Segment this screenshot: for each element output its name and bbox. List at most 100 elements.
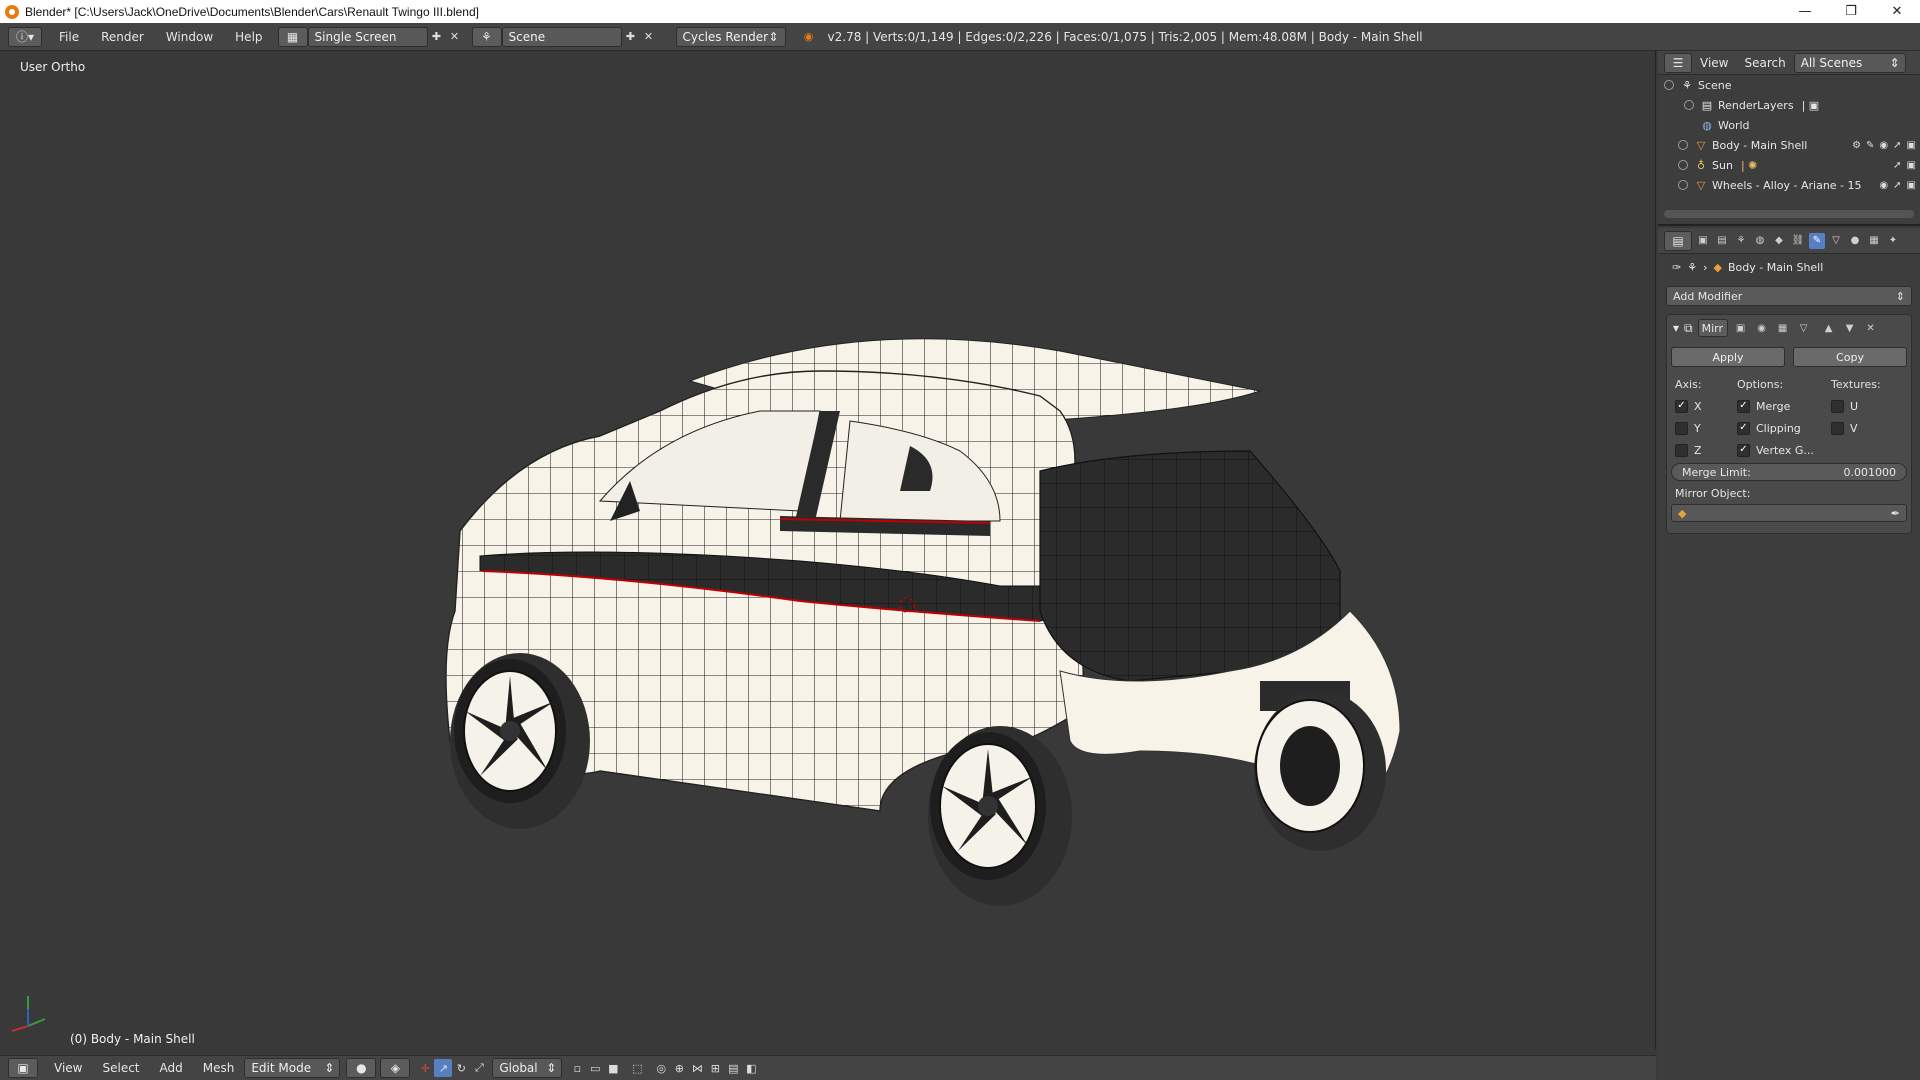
checkbox-y[interactable]: [1675, 421, 1688, 435]
screen-layout-field[interactable]: Single Screen: [307, 26, 428, 47]
eyedropper-icon[interactable]: ✒: [1891, 507, 1900, 520]
copy-button[interactable]: Copy: [1793, 347, 1907, 367]
collapse-chevron-icon[interactable]: ▾: [1673, 321, 1679, 335]
checkbox-clipping[interactable]: ✓: [1737, 421, 1750, 435]
clipping-checkbox[interactable]: ✓ Clipping: [1737, 417, 1814, 439]
outliner-item-body-main-shell[interactable]: ▽ Body - Main Shell ⚙ ✎ ◉ ➚ ▣: [1658, 135, 1920, 155]
add-modifier-dropdown[interactable]: Add Modifier ⇕: [1666, 286, 1912, 306]
renderable-camera-icon[interactable]: ▣: [1907, 160, 1916, 171]
modifiers-tab-icon[interactable]: ✎: [1809, 232, 1825, 249]
menu-render[interactable]: Render: [90, 30, 155, 44]
editor-type-button[interactable]: ▣: [8, 1058, 38, 1078]
show-in-render-icon[interactable]: ▣: [1733, 320, 1749, 336]
render-layers-tab-icon[interactable]: ▤: [1714, 233, 1730, 249]
checkbox-merge[interactable]: ✓: [1737, 399, 1750, 413]
add-screen-icon[interactable]: ✚: [428, 28, 446, 46]
3d-viewport[interactable]: User Ortho (0) Body - Main Shell: [0, 51, 1656, 1049]
data-tab-icon[interactable]: ▽: [1828, 233, 1844, 249]
scene-tab-icon[interactable]: ⚘: [1733, 233, 1749, 249]
snap-icon[interactable]: ⊕: [670, 1059, 688, 1077]
visibility-eye-icon[interactable]: ◉: [1879, 140, 1888, 151]
add-scene-icon[interactable]: ✚: [622, 28, 640, 46]
world-tab-icon[interactable]: ◍: [1752, 233, 1768, 249]
menu-help[interactable]: Help: [224, 30, 273, 44]
texture-v-checkbox[interactable]: V: [1831, 417, 1881, 439]
texture-tab-icon[interactable]: ▦: [1866, 233, 1882, 249]
menu-file[interactable]: File: [48, 30, 90, 44]
outliner-item-wheels[interactable]: ▽ Wheels - Alloy - Ariane - 15 ◉ ➚ ▣: [1658, 175, 1920, 195]
snap-element-icon[interactable]: ⋈: [688, 1059, 706, 1077]
scene-browse-button[interactable]: ⚘: [471, 26, 502, 47]
visibility-eye-icon[interactable]: ◉: [1879, 180, 1888, 191]
axis-x-checkbox[interactable]: ✓ X: [1675, 395, 1702, 417]
minimize-button[interactable]: —: [1782, 0, 1828, 23]
selectable-arrow-icon[interactable]: ➚: [1893, 180, 1901, 191]
render-engine-dropdown[interactable]: Cycles Render ⇕: [675, 26, 786, 47]
selectable-arrow-icon[interactable]: ➚: [1893, 140, 1901, 151]
checkbox-v[interactable]: [1831, 421, 1844, 435]
editor-type-button[interactable]: ▤: [1664, 230, 1692, 251]
rotate-icon[interactable]: ↻: [452, 1059, 470, 1077]
camera-render-icon[interactable]: ◧: [742, 1059, 760, 1077]
menu-select[interactable]: Select: [92, 1061, 149, 1075]
merge-checkbox[interactable]: ✓ Merge: [1737, 395, 1814, 417]
render-preview-icon[interactable]: ▤: [724, 1059, 742, 1077]
selectable-arrow-icon[interactable]: ➚: [1893, 160, 1901, 171]
move-up-icon[interactable]: ▲: [1821, 320, 1837, 336]
vertex-groups-checkbox[interactable]: ✓ Vertex G...: [1737, 439, 1814, 461]
particles-tab-icon[interactable]: ✦: [1885, 233, 1901, 249]
remove-scene-icon[interactable]: ✕: [640, 28, 658, 46]
texture-u-checkbox[interactable]: U: [1831, 395, 1881, 417]
renderable-camera-icon[interactable]: ▣: [1907, 180, 1916, 191]
close-button[interactable]: ✕: [1874, 0, 1920, 23]
apply-button[interactable]: Apply: [1671, 347, 1785, 367]
outliner-menu-view[interactable]: View: [1692, 56, 1736, 70]
show-on-cage-icon[interactable]: ▽: [1796, 320, 1812, 336]
edge-select-icon[interactable]: ▭: [586, 1059, 604, 1077]
axis-z-checkbox[interactable]: Z: [1675, 439, 1702, 461]
checkbox-vertex-groups[interactable]: ✓: [1737, 443, 1750, 457]
mirror-object-field[interactable]: ◆ ✒: [1671, 504, 1907, 522]
show-in-viewport-icon[interactable]: ◉: [1754, 320, 1770, 336]
expand-toggle-icon[interactable]: [1678, 160, 1688, 170]
limit-selection-icon[interactable]: ⬚: [628, 1059, 646, 1077]
editor-type-button[interactable]: ⓘ▾: [8, 26, 42, 47]
renderable-camera-icon[interactable]: ▣: [1907, 140, 1916, 151]
render-tab-icon[interactable]: ▣: [1695, 233, 1711, 249]
proportional-edit-icon[interactable]: ◎: [652, 1059, 670, 1077]
menu-window[interactable]: Window: [155, 30, 224, 44]
menu-mesh[interactable]: Mesh: [193, 1061, 245, 1075]
screen-layout-browse-button[interactable]: ▦: [277, 26, 308, 47]
material-tab-icon[interactable]: ●: [1847, 233, 1863, 249]
pin-icon[interactable]: ✑: [1672, 261, 1681, 274]
mode-dropdown[interactable]: Edit Mode ⇕: [244, 1058, 341, 1078]
scene-field[interactable]: Scene: [501, 26, 622, 47]
translate-icon[interactable]: ↗: [434, 1059, 453, 1077]
modifier-name-field[interactable]: Mirr: [1697, 319, 1728, 337]
display-mode-dropdown[interactable]: All Scenes ⇕: [1793, 52, 1906, 73]
scale-icon[interactable]: ⤢: [470, 1059, 488, 1077]
checkbox-x[interactable]: ✓: [1675, 399, 1688, 413]
menu-add[interactable]: Add: [150, 1061, 193, 1075]
outliner-item-world[interactable]: ◍ World: [1658, 115, 1920, 135]
pivot-point-button[interactable]: ◈: [380, 1058, 411, 1078]
remove-modifier-icon[interactable]: ✕: [1863, 320, 1879, 336]
expand-toggle-icon[interactable]: [1678, 180, 1688, 190]
expand-toggle-icon[interactable]: [1678, 140, 1688, 150]
outliner-item-sun[interactable]: ♁ Sun | ✺ ➚ ▣: [1658, 155, 1920, 175]
viewport-shading-button[interactable]: ●: [346, 1058, 377, 1078]
wrench-icon[interactable]: ✎: [1866, 140, 1874, 151]
expand-toggle-icon[interactable]: [1664, 80, 1674, 90]
outliner-item-renderlayers[interactable]: ▤ RenderLayers | ▣: [1658, 95, 1920, 115]
outliner-item-scene[interactable]: ⚘ Scene: [1658, 75, 1920, 95]
outliner-menu-search[interactable]: Search: [1736, 56, 1793, 70]
car-mesh-model[interactable]: [0, 51, 1656, 1049]
checkbox-u[interactable]: [1831, 399, 1844, 413]
manipulator-icon[interactable]: ✛: [416, 1059, 434, 1077]
merge-limit-field[interactable]: Merge Limit: 0.001000: [1671, 463, 1907, 481]
axis-y-checkbox[interactable]: Y: [1675, 417, 1702, 439]
menu-view[interactable]: View: [44, 1061, 92, 1075]
expand-toggle-icon[interactable]: [1684, 100, 1694, 110]
vertex-select-icon[interactable]: ▫: [568, 1059, 586, 1077]
show-in-editmode-icon[interactable]: ▦: [1775, 320, 1791, 336]
